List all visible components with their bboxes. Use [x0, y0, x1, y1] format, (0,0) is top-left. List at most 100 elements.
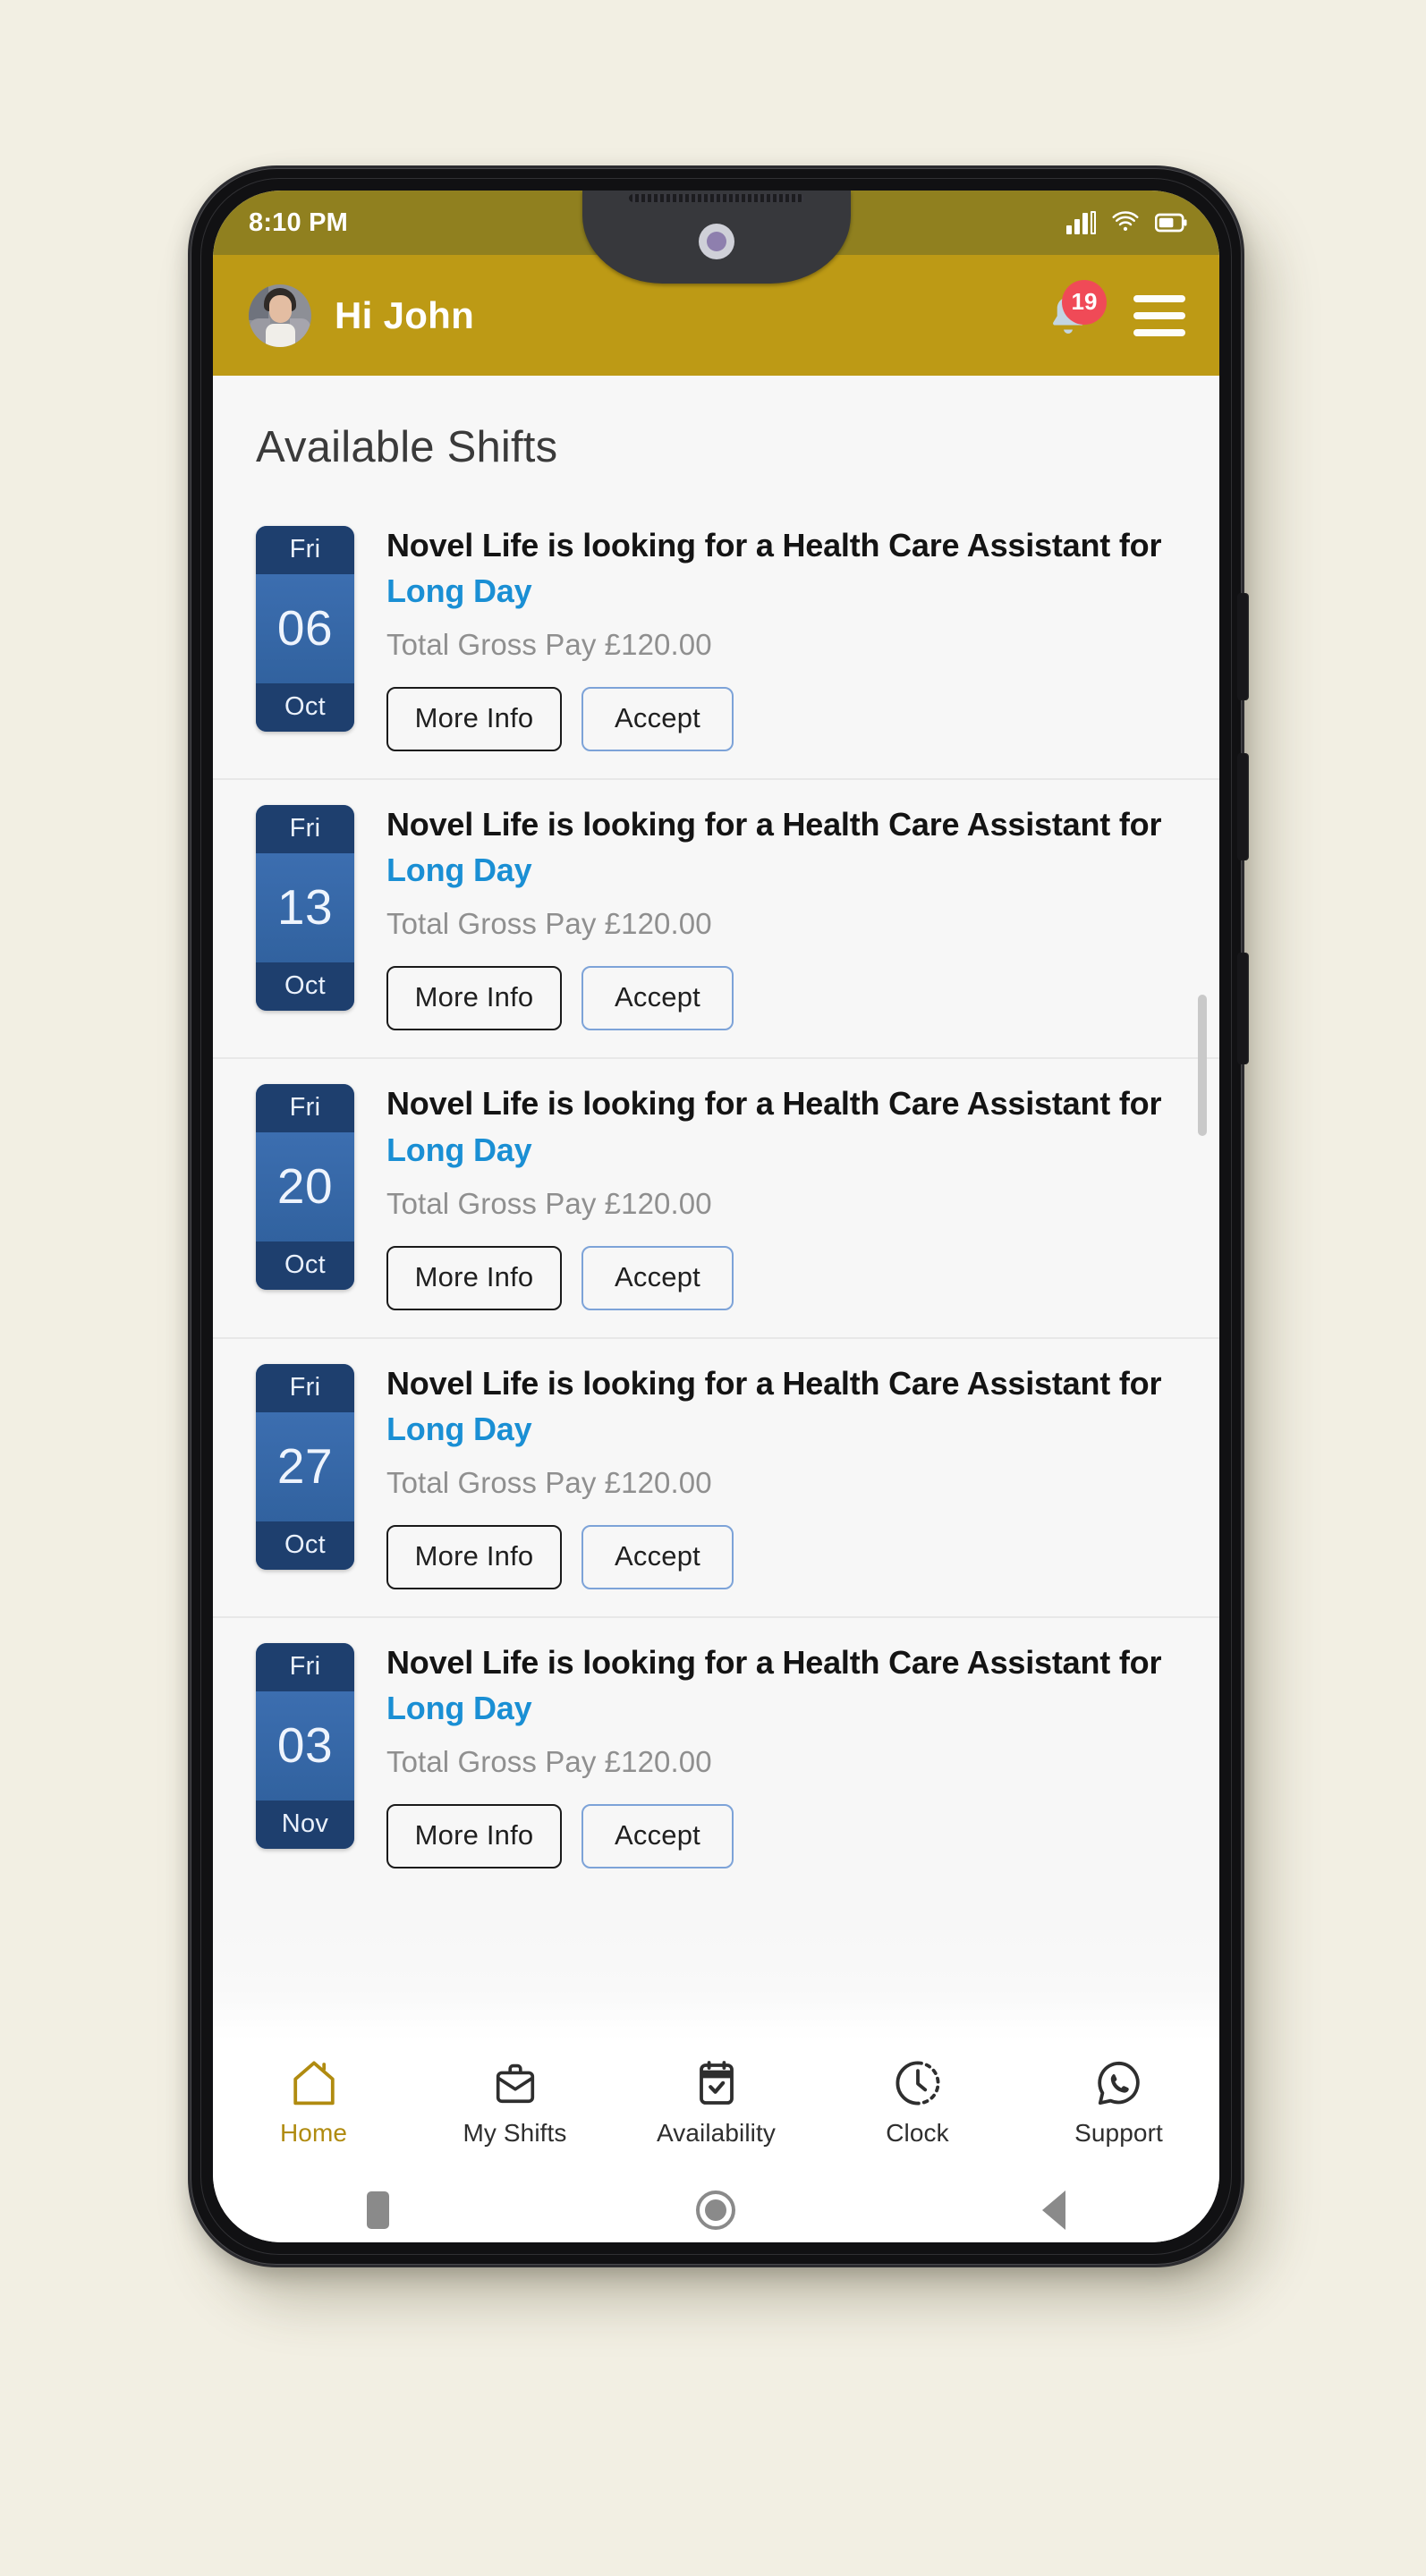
shift-row[interactable]: Fri 20 Oct Novel Life is looking for a Heal… — [213, 1059, 1219, 1339]
shift-row[interactable]: Fri 13 Oct Novel Life is looking for a Heal… — [213, 780, 1219, 1060]
status-time: 8:10 PM — [249, 208, 348, 237]
back-triangle-icon[interactable] — [1042, 2190, 1066, 2230]
shift-row[interactable]: Fri 03 Nov Novel Life is looking for a Heal… — [213, 1618, 1219, 1895]
shift-pay: Total Gross Pay £120.00 — [386, 1186, 712, 1220]
more-info-button[interactable]: More Info — [386, 1245, 562, 1310]
shift-type-label: Long Day — [386, 1131, 532, 1168]
more-info-button[interactable]: More Info — [386, 966, 562, 1031]
wifi-icon — [1112, 211, 1139, 231]
shift-day-of-week: Fri — [256, 805, 354, 854]
shift-month: Oct — [256, 1241, 354, 1291]
status-icons — [1066, 211, 1189, 234]
nav-item-label: Clock — [886, 2119, 949, 2147]
shift-list: Fri 06 Oct Novel Life is looking for a Heal… — [213, 472, 1219, 1895]
scrollbar-track[interactable] — [1198, 376, 1207, 2039]
scrollbar-thumb[interactable] — [1198, 995, 1207, 1136]
home-icon — [289, 2055, 339, 2111]
home-circle-icon[interactable] — [695, 2190, 735, 2230]
power-button[interactable] — [1237, 953, 1249, 1064]
shift-headline: Novel Life is looking for a Health Care … — [386, 801, 1184, 893]
avatar[interactable] — [249, 284, 311, 347]
accept-button[interactable]: Accept — [581, 1524, 734, 1589]
page-title: Available Shifts — [256, 423, 558, 471]
shift-actions: More Info Accept — [386, 1804, 1184, 1869]
greeting-text: Hi John — [335, 293, 475, 336]
shift-body: Novel Life is looking for a Health Care … — [354, 1359, 1184, 1589]
shift-type-label: Long Day — [386, 1689, 532, 1726]
shift-date-badge: Fri 06 Oct — [256, 526, 354, 732]
front-camera-icon — [698, 224, 734, 259]
shift-day-of-month: 06 — [256, 574, 354, 683]
shift-date-badge: Fri 03 Nov — [256, 1642, 354, 1849]
notification-badge: 19 — [1062, 279, 1107, 325]
shift-month: Oct — [256, 1521, 354, 1570]
phone-screen: 8:10 PM Hi John 19 Available Shifts Fri … — [213, 191, 1219, 2242]
shift-body: Novel Life is looking for a Health Care … — [354, 1638, 1184, 1869]
shift-day-of-month: 13 — [256, 853, 354, 963]
clock-icon — [893, 2055, 943, 2111]
signal-bars-icon — [1066, 211, 1096, 234]
nav-item-home[interactable]: Home — [213, 2039, 414, 2189]
shift-date-badge: Fri 20 Oct — [256, 1084, 354, 1291]
nav-item-label: Availability — [657, 2119, 776, 2147]
shift-pay: Total Gross Pay £120.00 — [386, 1745, 712, 1779]
screenshot-stage: 8:10 PM Hi John 19 Available Shifts Fri … — [0, 0, 1426, 2576]
shift-day-of-week: Fri — [256, 1363, 354, 1412]
shift-pay: Total Gross Pay £120.00 — [386, 907, 712, 941]
accept-button[interactable]: Accept — [581, 966, 734, 1031]
whatsapp-phone-icon — [1094, 2055, 1144, 2111]
shift-month: Oct — [256, 962, 354, 1012]
shift-month: Nov — [256, 1800, 354, 1849]
shift-type-label: Long Day — [386, 572, 532, 610]
accept-button[interactable]: Accept — [581, 1245, 734, 1310]
volume-down-button[interactable] — [1237, 753, 1249, 860]
shift-actions: More Info Accept — [386, 1524, 1184, 1589]
shift-actions: More Info Accept — [386, 966, 1184, 1031]
shift-actions: More Info Accept — [386, 687, 1184, 752]
shift-row[interactable]: Fri 06 Oct Novel Life is looking for a Heal… — [213, 501, 1219, 781]
shift-pay: Total Gross Pay £120.00 — [386, 628, 712, 662]
list-fade-overlay — [213, 1932, 1219, 2039]
nav-item-my-shifts[interactable]: My Shifts — [414, 2039, 615, 2178]
shift-headline-text: Novel Life is looking for a Health Care … — [386, 1643, 1162, 1681]
shift-headline: Novel Life is looking for a Health Care … — [386, 1080, 1184, 1172]
nav-item-support[interactable]: Support — [1018, 2039, 1219, 2178]
shift-headline-text: Novel Life is looking for a Health Care … — [386, 806, 1162, 843]
shift-day-of-week: Fri — [256, 1642, 354, 1691]
shift-day-of-month: 03 — [256, 1690, 354, 1801]
briefcase-icon — [491, 2055, 539, 2111]
recents-square-icon[interactable] — [366, 2191, 389, 2229]
nav-item-label: Home — [279, 2119, 348, 2147]
shift-row[interactable]: Fri 27 Oct Novel Life is looking for a Heal… — [213, 1339, 1219, 1618]
shift-headline-text: Novel Life is looking for a Health Care … — [386, 1364, 1162, 1402]
shift-day-of-month: 20 — [256, 1132, 354, 1242]
accept-button[interactable]: Accept — [581, 687, 734, 752]
more-info-button[interactable]: More Info — [386, 687, 562, 752]
nav-item-availability[interactable]: Availability — [615, 2039, 817, 2178]
shift-body: Novel Life is looking for a Health Care … — [354, 1079, 1184, 1310]
hamburger-menu-icon[interactable] — [1133, 288, 1189, 343]
shift-type-label: Long Day — [386, 1410, 532, 1447]
nav-item-label: My Shifts — [463, 2119, 567, 2147]
shift-date-badge: Fri 27 Oct — [256, 1363, 354, 1570]
shift-actions: More Info Accept — [386, 1245, 1184, 1310]
android-system-nav — [213, 2178, 1219, 2242]
available-shifts-panel: Available Shifts Fri 06 Oct Novel Life is l… — [213, 376, 1219, 2039]
volume-up-button[interactable] — [1237, 593, 1249, 700]
shift-day-of-month: 27 — [256, 1411, 354, 1521]
notification-button[interactable]: 19 — [1040, 279, 1107, 350]
earpiece-speaker — [628, 194, 804, 202]
bottom-navigation: Home My Shifts Availability Clock Support — [213, 2039, 1219, 2189]
shift-type-label: Long Day — [386, 852, 532, 889]
shift-headline-text: Novel Life is looking for a Health Care … — [386, 1085, 1162, 1123]
shift-headline-text: Novel Life is looking for a Health Care … — [386, 527, 1162, 564]
more-info-button[interactable]: More Info — [386, 1524, 562, 1589]
shift-pay: Total Gross Pay £120.00 — [386, 1465, 712, 1499]
more-info-button[interactable]: More Info — [386, 1804, 562, 1869]
shift-body: Novel Life is looking for a Health Care … — [354, 521, 1184, 752]
accept-button[interactable]: Accept — [581, 1804, 734, 1869]
nav-item-clock[interactable]: Clock — [817, 2039, 1018, 2178]
battery-icon — [1155, 213, 1187, 233]
shift-headline: Novel Life is looking for a Health Care … — [386, 1640, 1184, 1731]
shift-body: Novel Life is looking for a Health Care … — [354, 800, 1184, 1031]
